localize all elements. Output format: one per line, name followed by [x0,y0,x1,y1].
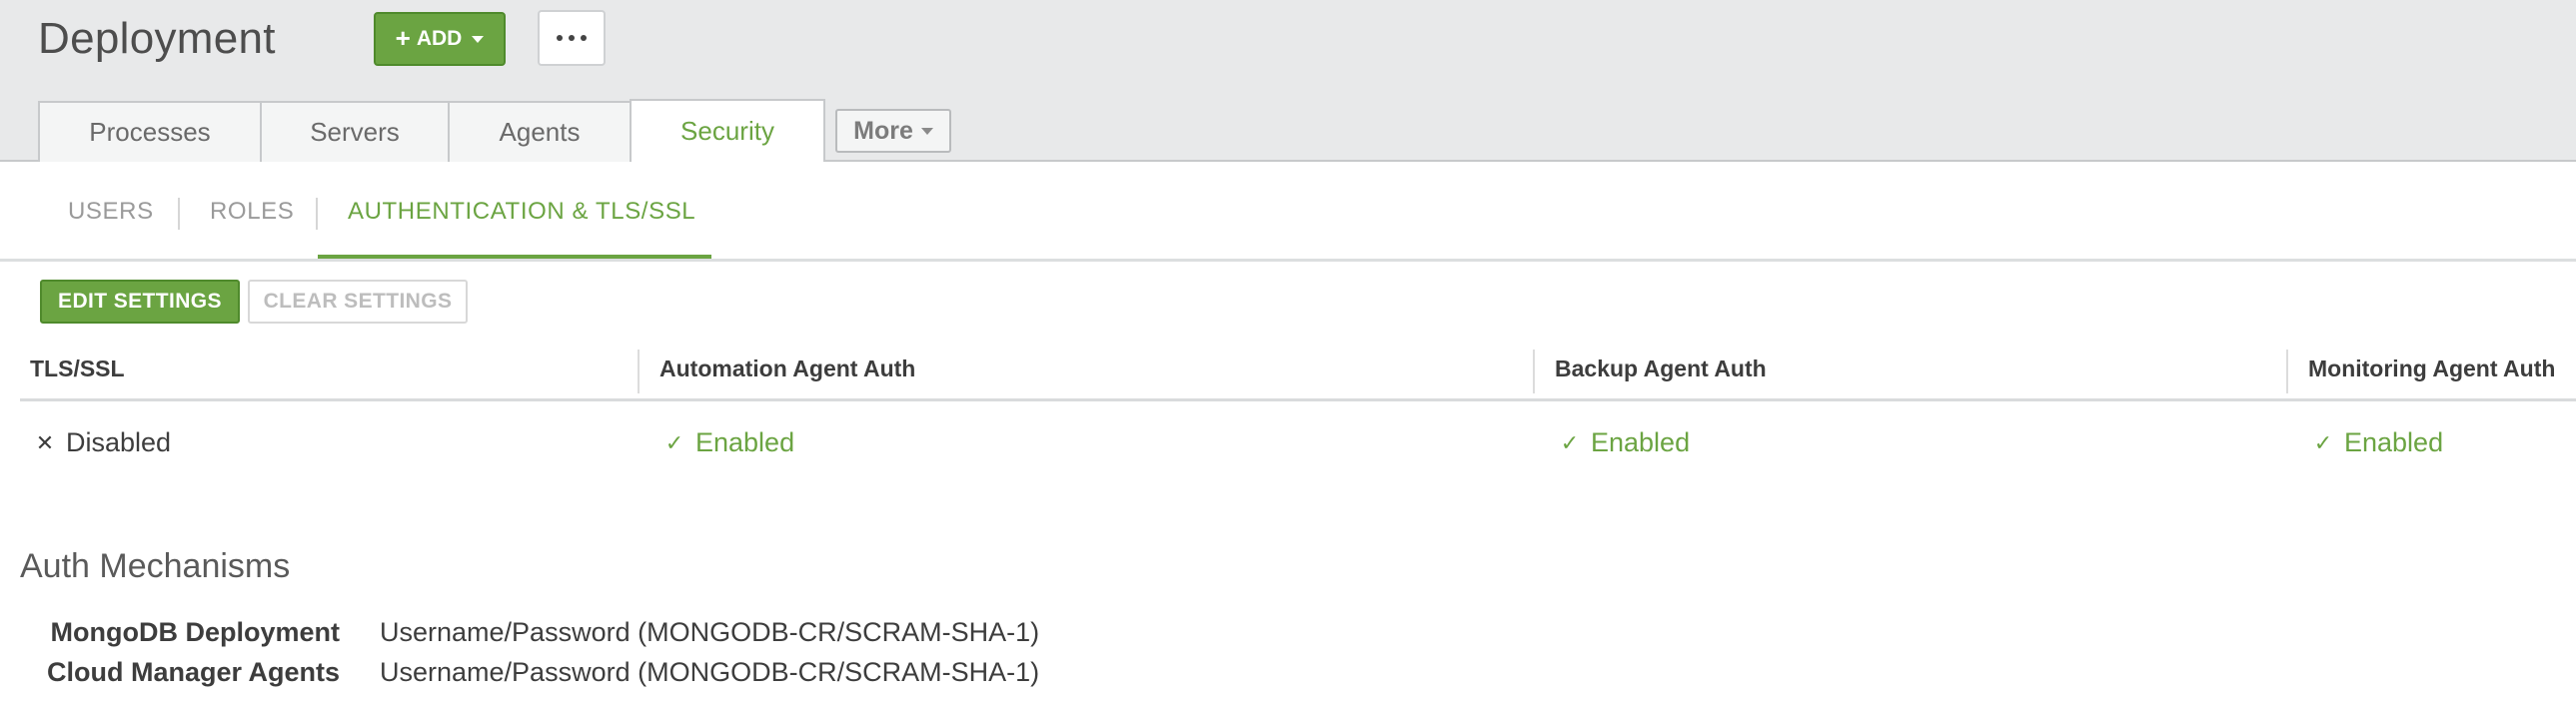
column-header-monitoring-agent-auth: Monitoring Agent Auth [2308,355,2556,381]
add-button[interactable]: + ADD [374,12,506,66]
status-text: Enabled [2344,427,2444,457]
column-header-automation-agent-auth: Automation Agent Auth [659,355,916,381]
check-icon: ✓ [1560,429,1580,455]
subtab-roles[interactable]: ROLES [210,198,294,226]
cell-backup-agent-auth-status: ✓ Enabled [1559,427,1690,458]
column-divider [2286,350,2288,393]
add-button-label: ADD [416,27,463,50]
subtab-authentication-tls-ssl[interactable]: AUTHENTICATION & TLS/SSL [348,198,695,226]
more-options-button[interactable] [538,10,606,66]
mechanism-label-cloud-manager-agents: Cloud Manager Agents [46,657,340,687]
tab-agents[interactable]: Agents [448,101,632,162]
ellipsis-icon [557,35,563,41]
clear-settings-button[interactable]: CLEAR SETTINGS [248,280,468,324]
column-divider [1533,350,1535,393]
subtab-divider [316,198,318,230]
x-icon: ✕ [35,429,55,455]
tab-security[interactable]: Security [630,99,825,162]
cell-automation-agent-auth-status: ✓ Enabled [663,427,794,458]
tab-label: Security [680,116,774,146]
cell-monitoring-agent-auth-status: ✓ Enabled [2312,427,2443,458]
mechanism-value-cloud-manager-agents: Username/Password (MONGODB-CR/SCRAM-SHA-… [380,657,1040,687]
mechanism-value-mongodb-deployment: Username/Password (MONGODB-CR/SCRAM-SHA-… [380,617,1040,647]
tab-servers[interactable]: Servers [260,101,450,162]
table-header-divider [20,398,2576,401]
edit-settings-button[interactable]: EDIT SETTINGS [40,280,240,324]
column-header-backup-agent-auth: Backup Agent Auth [1555,355,1767,381]
subtab-users[interactable]: USERS [68,198,154,226]
subtab-divider [178,198,180,230]
tab-more-dropdown[interactable]: More [835,109,951,153]
tab-label: Agents [499,117,581,147]
auth-mechanisms-title: Auth Mechanisms [20,547,291,585]
status-text: Enabled [695,427,795,457]
column-divider [638,350,640,393]
status-text: Disabled [66,427,172,457]
caret-down-icon [920,127,933,135]
tab-processes[interactable]: Processes [38,101,262,162]
tab-label: Servers [310,117,400,147]
tab-label: Processes [89,117,211,147]
active-subtab-indicator [318,255,711,259]
status-text: Enabled [1591,427,1691,457]
check-icon: ✓ [2313,429,2333,455]
caret-down-icon [472,35,485,43]
tab-more-label: More [853,116,913,145]
mechanism-label-mongodb-deployment: MongoDB Deployment [50,617,341,647]
cell-tls-ssl-status: ✕ Disabled [34,427,171,458]
check-icon: ✓ [664,429,684,455]
page-title: Deployment [38,14,276,63]
column-header-tls-ssl: TLS/SSL [30,355,125,381]
plus-icon: + [395,22,411,53]
subtab-bar: USERS ROLES AUTHENTICATION & TLS/SSL [0,164,2576,262]
